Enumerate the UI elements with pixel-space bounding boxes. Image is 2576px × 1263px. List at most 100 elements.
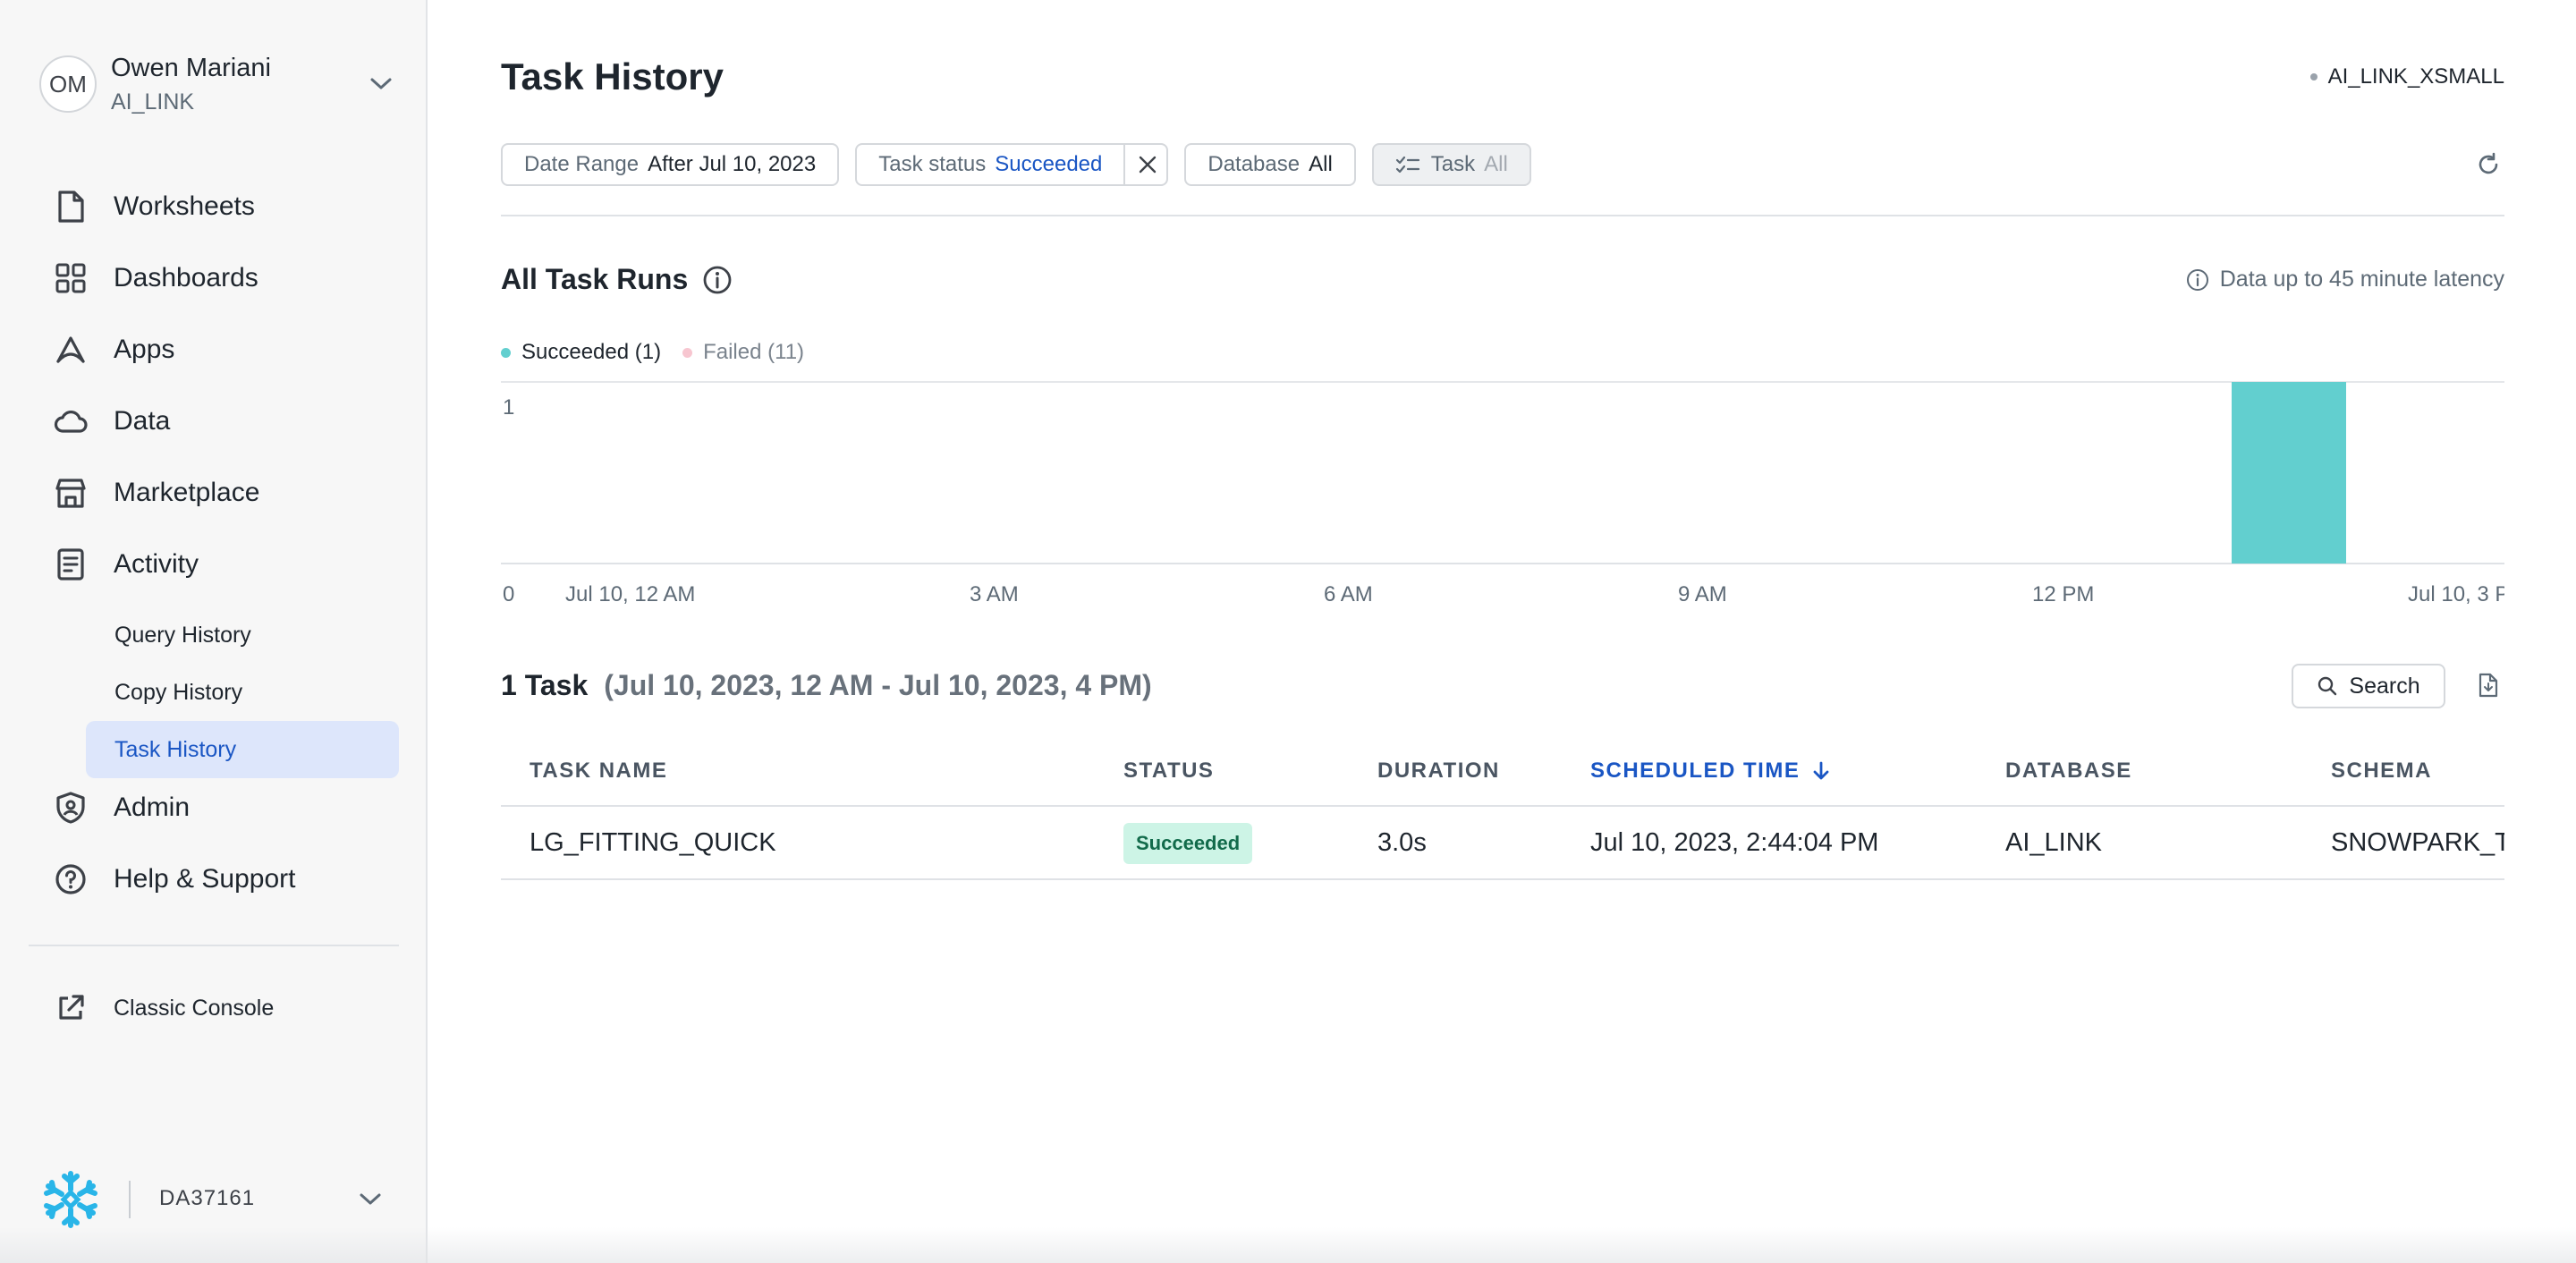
- x-tick-label: 6 AM: [1324, 582, 1373, 606]
- legend-item-succeeded[interactable]: Succeeded (1): [501, 340, 661, 365]
- latency-note: Data up to 45 minute latency: [2186, 267, 2504, 292]
- checklist-icon: [1395, 156, 1420, 174]
- x-tick-label: 9 AM: [1678, 582, 1727, 606]
- chevron-down-icon[interactable]: [354, 1183, 386, 1216]
- search-label: Search: [2349, 673, 2420, 699]
- sidebar-item-task-history[interactable]: Task History: [86, 721, 399, 778]
- classic-console-link[interactable]: Classic Console: [52, 987, 274, 1030]
- sidebar-item-admin[interactable]: Admin: [52, 785, 401, 830]
- sidebar-item-dashboards[interactable]: Dashboards: [52, 256, 401, 301]
- column-header-status[interactable]: STATUS: [1123, 759, 1214, 784]
- external-link-icon: [52, 989, 89, 1027]
- account-switcher[interactable]: DA37161: [39, 1168, 399, 1231]
- sidebar-item-marketplace[interactable]: Marketplace: [52, 470, 401, 515]
- worksheet-icon: [52, 188, 89, 225]
- cell-duration: 3.0s: [1377, 828, 1427, 857]
- chevron-down-icon[interactable]: [365, 68, 397, 100]
- y-tick-label: 1: [503, 395, 514, 420]
- filter-value: After Jul 10, 2023: [648, 152, 817, 176]
- x-tick-label: Jul 10, 12 AM: [565, 582, 695, 606]
- sidebar-item-help[interactable]: Help & Support: [52, 857, 401, 902]
- snowflake-logo-icon: [39, 1168, 102, 1231]
- table-header: TASK NAME STATUS DURATION SCHEDULED TIME…: [501, 741, 2504, 807]
- divider: [501, 215, 2504, 216]
- column-header-scheduled-time[interactable]: SCHEDULED TIME: [1590, 759, 1830, 784]
- filter-value: Succeeded: [995, 152, 1103, 176]
- column-header-label: SCHEDULED TIME: [1590, 759, 1801, 783]
- chart-bar-succeeded: [2232, 382, 2346, 564]
- legend-swatch-failed: [682, 347, 693, 358]
- filter-task[interactable]: Task All: [1371, 143, 1531, 186]
- x-tick-label: 3 AM: [970, 582, 1019, 606]
- task-runs-chart: 1 0 Jul 10, 12 AM 3 AM 6 AM 9 AM 12 PM Jul 10, …: [501, 381, 2504, 606]
- sidebar-item-apps[interactable]: Apps: [52, 327, 401, 372]
- warehouse-status-dot: [2309, 73, 2318, 81]
- account-separator: [129, 1181, 131, 1218]
- sidebar-item-data[interactable]: Data: [52, 399, 401, 444]
- activity-icon: [52, 546, 89, 583]
- sidebar-item-label: Apps: [114, 335, 175, 364]
- chart-legend: Succeeded (1) Failed (11): [501, 340, 826, 365]
- y-tick-label: 0: [503, 582, 514, 606]
- filter-database[interactable]: Database All: [1184, 143, 1356, 186]
- x-tick-label: Jul 10, 3 PM: [2408, 582, 2504, 606]
- info-icon[interactable]: [702, 265, 733, 295]
- refresh-icon[interactable]: [2472, 148, 2504, 181]
- store-icon: [52, 474, 89, 512]
- user-role: AI_LINK: [111, 89, 195, 114]
- user-menu[interactable]: OM Owen Mariani AI_LINK: [39, 52, 397, 116]
- filter-value: All: [1309, 152, 1333, 176]
- sidebar-item-label: Activity: [114, 549, 199, 579]
- account-locator: DA37161: [159, 1186, 256, 1210]
- task-table: TASK NAME STATUS DURATION SCHEDULED TIME…: [501, 741, 2504, 880]
- bottom-shadow: [0, 1227, 2576, 1263]
- filter-value: All: [1484, 152, 1508, 176]
- warehouse-selector[interactable]: AI_LINK_XSMALL: [2309, 64, 2504, 89]
- sidebar-item-query-history[interactable]: Query History: [86, 606, 399, 664]
- cloud-icon: [52, 403, 89, 440]
- column-header-database[interactable]: DATABASE: [2005, 759, 2132, 784]
- classic-console-label: Classic Console: [114, 995, 275, 1021]
- sidebar-item-label: Admin: [114, 793, 191, 822]
- task-count-heading: 1 Task (Jul 10, 2023, 12 AM - Jul 10, 20…: [501, 669, 1152, 702]
- column-header-schema[interactable]: SCHEMA: [2331, 759, 2432, 784]
- cell-task-name: LG_FITTING_QUICK: [530, 828, 776, 857]
- legend-item-failed[interactable]: Failed (11): [682, 340, 804, 365]
- filter-task-status[interactable]: Task status Succeeded: [855, 143, 1169, 186]
- column-header-task-name[interactable]: TASK NAME: [530, 759, 667, 784]
- help-icon: [52, 860, 89, 898]
- sidebar-item-worksheets[interactable]: Worksheets: [52, 184, 401, 229]
- sidebar-item-copy-history[interactable]: Copy History: [86, 664, 399, 721]
- sidebar-divider: [29, 945, 399, 946]
- filter-key: Database: [1208, 152, 1301, 176]
- sidebar: OM Owen Mariani AI_LINK Worksheets Dashb…: [0, 0, 428, 1263]
- task-count: 1 Task: [501, 669, 589, 701]
- x-tick-label: 12 PM: [2032, 582, 2094, 606]
- user-name: Owen Mariani: [111, 54, 271, 82]
- close-icon[interactable]: [1123, 144, 1157, 185]
- arrow-down-icon: [1812, 760, 1830, 782]
- sidebar-item-label: Dashboards: [114, 263, 258, 292]
- column-header-duration[interactable]: DURATION: [1377, 759, 1500, 784]
- shield-user-icon: [52, 789, 89, 826]
- export-icon[interactable]: [2472, 669, 2504, 701]
- page-title: Task History: [501, 55, 724, 97]
- sidebar-item-label: Worksheets: [114, 191, 255, 221]
- table-row[interactable]: LG_FITTING_QUICK Succeeded 3.0s Jul 10, …: [501, 807, 2504, 880]
- dashboard-icon: [52, 259, 89, 297]
- sidebar-item-label: Help & Support: [114, 864, 296, 894]
- sidebar-item-label: Data: [114, 406, 171, 436]
- cell-database: AI_LINK: [2005, 828, 2102, 857]
- sidebar-item-activity[interactable]: Activity: [52, 542, 401, 587]
- legend-swatch-succeeded: [501, 347, 511, 358]
- filter-bar: Date Range After Jul 10, 2023 Task statu…: [501, 143, 1547, 186]
- avatar: OM: [39, 55, 97, 113]
- legend-label: Failed (11): [703, 340, 805, 364]
- filter-date-range[interactable]: Date Range After Jul 10, 2023: [501, 143, 840, 186]
- search-icon: [2317, 675, 2338, 697]
- warehouse-name: AI_LINK_XSMALL: [2327, 64, 2504, 89]
- cell-scheduled-time: Jul 10, 2023, 2:44:04 PM: [1590, 828, 1879, 857]
- search-button[interactable]: Search: [2292, 664, 2445, 708]
- filter-key: Task: [1430, 152, 1476, 176]
- task-time-range: (Jul 10, 2023, 12 AM - Jul 10, 2023, 4 P…: [604, 669, 1152, 701]
